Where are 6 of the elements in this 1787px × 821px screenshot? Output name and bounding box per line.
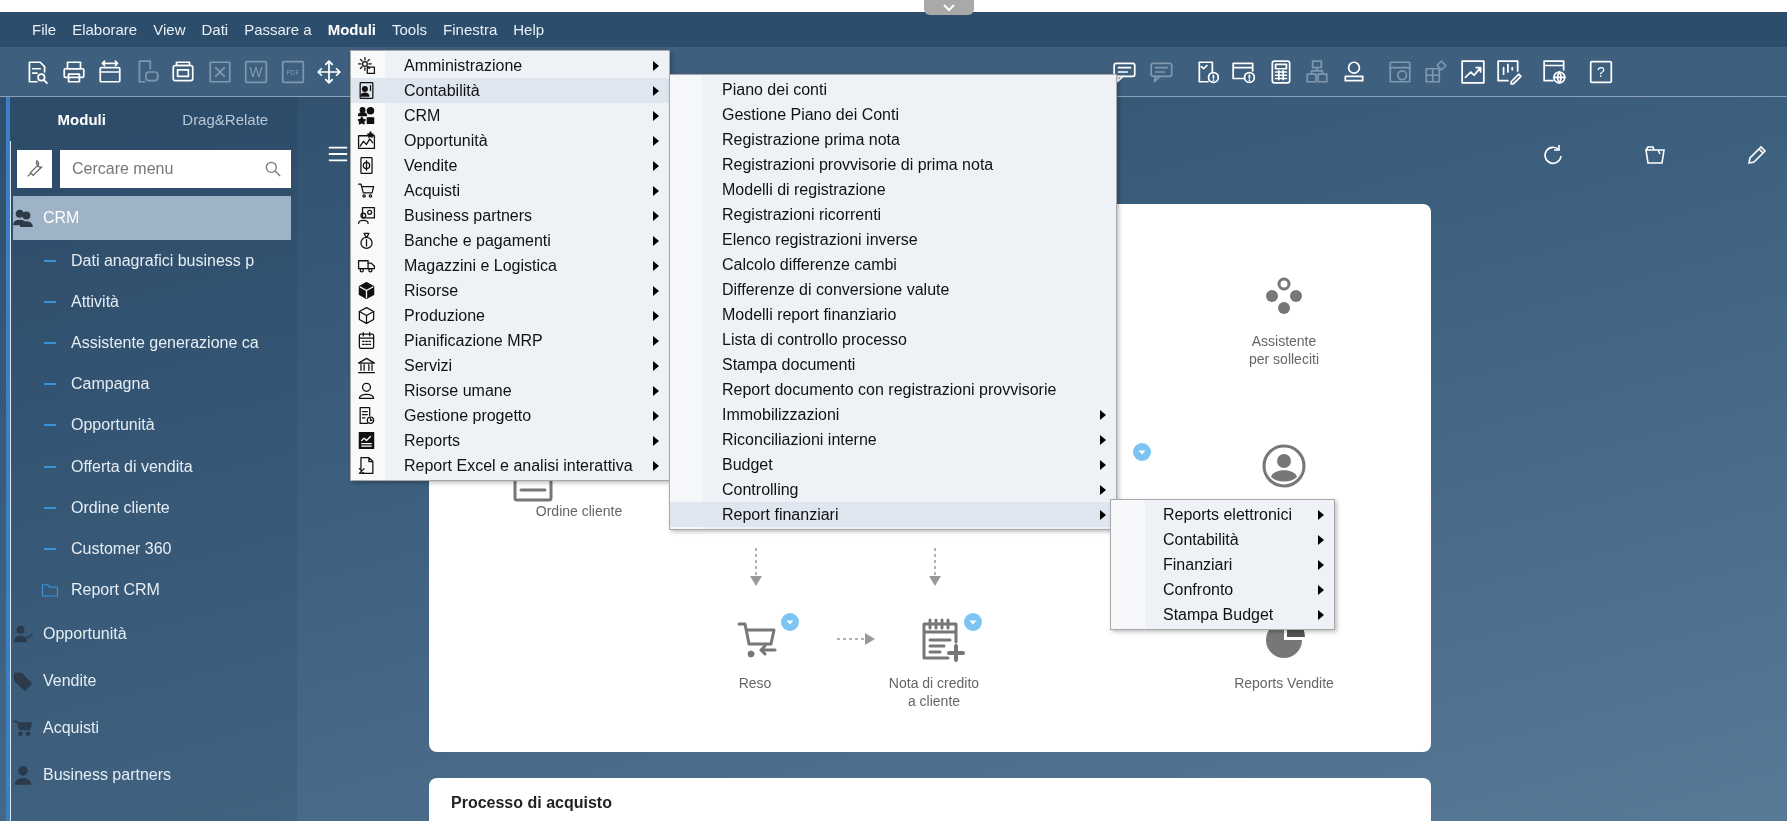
process-label: Reso — [738, 674, 772, 692]
process-label: Assistente per solleciti — [1249, 332, 1319, 368]
process-label: Reports Vendite — [1234, 674, 1334, 692]
card-title: Processo di acquisto — [451, 794, 612, 811]
process-label: Ordine cliente — [535, 502, 623, 520]
process-label: Nota di credito a cliente — [888, 674, 980, 710]
